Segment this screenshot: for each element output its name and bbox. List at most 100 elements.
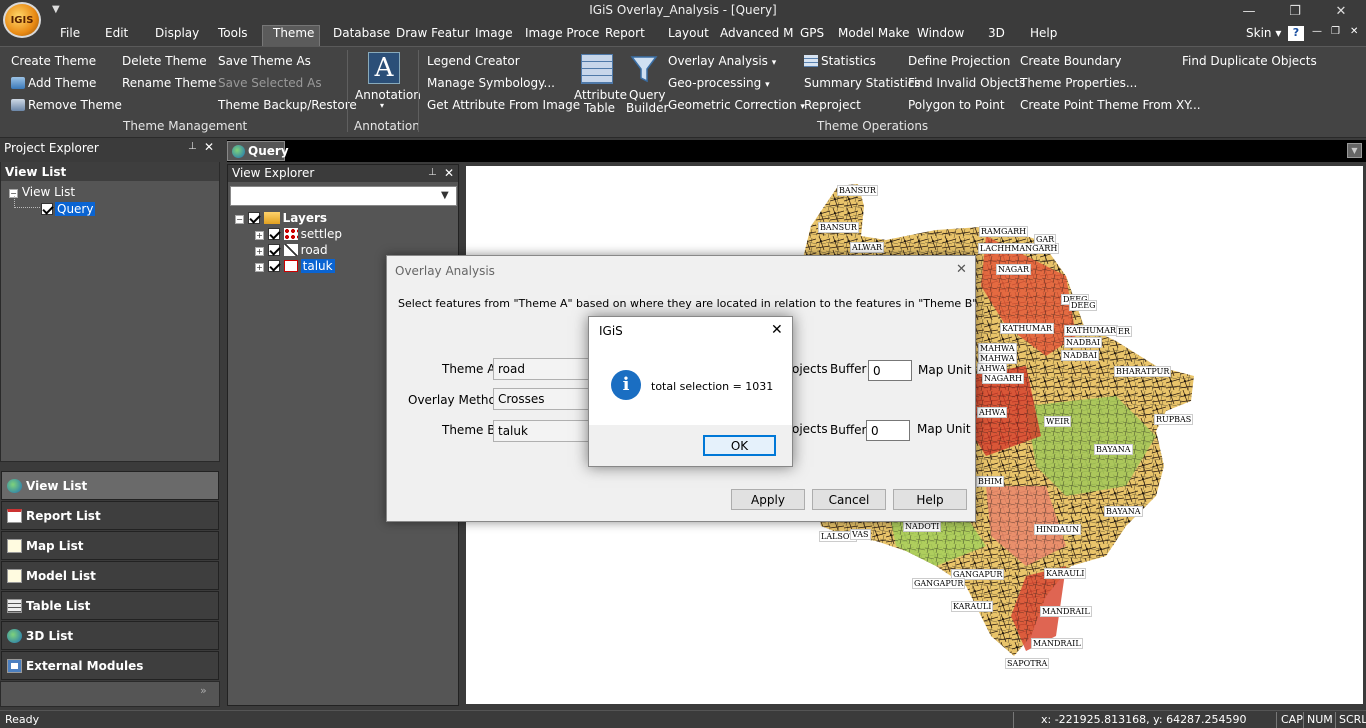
road-checkbox[interactable]: [267, 244, 280, 256]
chevron-down-icon[interactable]: ▼: [441, 190, 449, 201]
status-separator: [1276, 712, 1277, 728]
menu-3d[interactable]: 3D: [988, 26, 1005, 40]
cancel-button[interactable]: Cancel: [812, 489, 886, 510]
statistics-button[interactable]: Statistics: [804, 54, 876, 68]
pin-icon[interactable]: ⊥: [188, 141, 197, 152]
menu-file[interactable]: File: [60, 26, 80, 40]
taluk-checkbox[interactable]: [267, 260, 280, 272]
menu-help[interactable]: Help: [1030, 26, 1057, 40]
menu-database[interactable]: Database: [333, 26, 390, 40]
find-duplicate-objects-button[interactable]: Find Duplicate Objects: [1182, 54, 1317, 68]
collapse-icon[interactable]: −: [235, 215, 244, 224]
nav-map-list[interactable]: Map List: [1, 531, 219, 560]
menu-gps[interactable]: GPS: [800, 26, 824, 40]
menu-image[interactable]: Image: [475, 26, 513, 40]
tab-list-chevron-down-icon[interactable]: ▼: [1347, 143, 1362, 158]
delete-theme-button[interactable]: Delete Theme: [122, 54, 207, 68]
attribute-table-button-line2[interactable]: Table: [584, 101, 615, 115]
expand-icon[interactable]: +: [255, 247, 264, 256]
expand-icon[interactable]: +: [255, 263, 264, 272]
close-window-button[interactable]: ✕: [1318, 0, 1364, 22]
mdi-restore-button[interactable]: ❐: [1331, 26, 1340, 37]
reproject-button[interactable]: Reproject: [804, 98, 861, 112]
expand-icon[interactable]: +: [255, 231, 264, 240]
help-button[interactable]: Help: [893, 489, 967, 510]
create-theme-button[interactable]: Create Theme: [11, 54, 96, 68]
message-box-close-button[interactable]: ✕: [771, 322, 783, 338]
create-point-theme-from-xy-button[interactable]: Create Point Theme From XY...: [1020, 98, 1201, 112]
nav-table-list[interactable]: Table List: [1, 591, 219, 620]
nav-report-list[interactable]: Report List: [1, 501, 219, 530]
layer-road[interactable]: + road: [255, 243, 328, 257]
nav-3d-list[interactable]: 3D List: [1, 621, 219, 650]
mdi-close-button[interactable]: ✕: [1350, 26, 1358, 37]
menu-tools[interactable]: Tools: [218, 26, 248, 40]
overlay-analysis-button[interactable]: Overlay Analysis ▾: [668, 54, 776, 68]
apply-button[interactable]: Apply: [731, 489, 805, 510]
tree-item-query[interactable]: Query: [41, 202, 96, 216]
get-attribute-from-image-button[interactable]: Get Attribute From Image: [427, 98, 580, 112]
menu-edit[interactable]: Edit: [105, 26, 128, 40]
layers-checkbox[interactable]: [247, 212, 260, 224]
splitter[interactable]: [0, 463, 220, 469]
menu-report[interactable]: Report: [605, 26, 645, 40]
tree-root-view-list[interactable]: − View List: [9, 185, 75, 199]
pin-icon[interactable]: ⊥: [428, 167, 437, 178]
menu-window[interactable]: Window: [917, 26, 964, 40]
rename-theme-button[interactable]: Rename Theme: [122, 76, 216, 90]
query-builder-button-line2[interactable]: Builder: [626, 101, 668, 115]
tab-query[interactable]: Query: [227, 141, 289, 161]
menu-image-processing[interactable]: Image Proce: [525, 26, 599, 40]
menu-draw-feature[interactable]: Draw Featur: [396, 26, 469, 40]
remove-theme-button[interactable]: Remove Theme: [11, 98, 122, 112]
buffer-b-input[interactable]: 0: [866, 420, 910, 441]
overlay-method-select[interactable]: Crosses: [493, 388, 593, 410]
annotation-chevron-down-icon[interactable]: ▾: [380, 101, 384, 110]
geo-processing-button[interactable]: Geo-processing ▾: [668, 76, 770, 90]
theme-a-select[interactable]: road: [493, 358, 593, 380]
nav-external-modules[interactable]: External Modules: [1, 651, 219, 680]
add-theme-button[interactable]: Add Theme: [11, 76, 96, 90]
nav-view-list[interactable]: View List: [1, 471, 219, 500]
menu-display[interactable]: Display: [155, 26, 199, 40]
query-builder-button-line1[interactable]: Query: [629, 88, 665, 102]
nav-overflow-chevron-icon[interactable]: »: [200, 684, 207, 697]
restore-button[interactable]: ❐: [1272, 0, 1318, 22]
layer-settlep[interactable]: + settlep: [255, 227, 342, 241]
menu-layout[interactable]: Layout: [668, 26, 709, 40]
theme-properties-button[interactable]: Theme Properties...: [1020, 76, 1137, 90]
manage-symbology-button[interactable]: Manage Symbology...: [427, 76, 555, 90]
buffer-a-input[interactable]: 0: [868, 360, 912, 381]
menu-advanced[interactable]: Advanced M: [720, 26, 793, 40]
app-logo[interactable]: IGIS: [3, 2, 41, 38]
close-panel-button[interactable]: ✕: [204, 140, 214, 154]
minimize-button[interactable]: —: [1226, 0, 1272, 22]
summary-statistics-button[interactable]: Summary Statistics: [804, 76, 921, 90]
nav-model-list[interactable]: Model List: [1, 561, 219, 590]
ok-button[interactable]: OK: [703, 435, 776, 456]
query-checkbox[interactable]: [41, 203, 53, 215]
create-boundary-button[interactable]: Create Boundary: [1020, 54, 1121, 68]
polygon-to-point-button[interactable]: Polygon to Point: [908, 98, 1005, 112]
close-panel-button[interactable]: ✕: [444, 166, 454, 180]
find-invalid-objects-button[interactable]: Find Invalid Objects: [908, 76, 1025, 90]
layer-taluk[interactable]: + taluk: [255, 259, 335, 273]
annotation-button[interactable]: Annotation: [355, 88, 421, 102]
save-theme-as-button[interactable]: Save Theme As: [218, 54, 311, 68]
menu-model-maker[interactable]: Model Make: [838, 26, 909, 40]
settlep-checkbox[interactable]: [267, 228, 280, 240]
skin-dropdown[interactable]: Skin ▾: [1246, 26, 1281, 40]
theme-b-select[interactable]: taluk: [493, 420, 593, 442]
help-icon[interactable]: ?: [1288, 26, 1304, 41]
geometric-correction-button[interactable]: Geometric Correction ▾: [668, 98, 805, 112]
view-explorer-combo[interactable]: ▼: [230, 186, 457, 206]
attribute-table-button-line1[interactable]: Attribute: [574, 88, 627, 102]
menu-theme[interactable]: Theme: [273, 26, 314, 40]
tree-item-layers[interactable]: − Layers: [235, 211, 327, 225]
status-separator: [1303, 712, 1304, 728]
theme-backup-restore-button[interactable]: Theme Backup/Restore: [218, 98, 357, 112]
mdi-minimize-button[interactable]: —: [1312, 26, 1322, 37]
dialog-close-button[interactable]: ✕: [956, 262, 967, 277]
define-projection-button[interactable]: Define Projection: [908, 54, 1010, 68]
legend-creator-button[interactable]: Legend Creator: [427, 54, 520, 68]
